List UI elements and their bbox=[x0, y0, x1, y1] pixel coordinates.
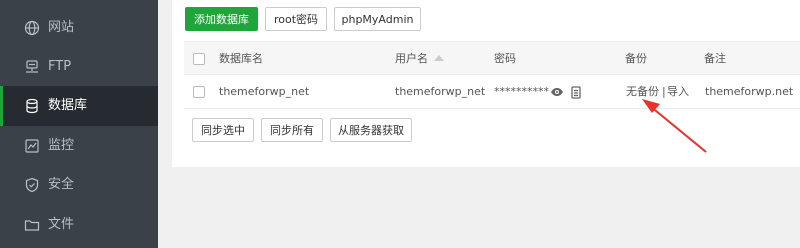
sort-asc-icon bbox=[434, 55, 444, 61]
sync-selected-button[interactable]: 同步选中 bbox=[192, 118, 254, 142]
sidebar-item-website[interactable]: 网站 bbox=[0, 8, 158, 48]
header-backup: 备份 bbox=[625, 52, 647, 65]
sidebar-item-database[interactable]: 数据库 bbox=[0, 86, 158, 126]
folder-icon bbox=[24, 217, 40, 233]
sidebar-item-files[interactable]: 文件 bbox=[0, 205, 158, 245]
sidebar-item-monitor[interactable]: 监控 bbox=[0, 126, 158, 166]
phpmyadmin-button[interactable]: phpMyAdmin bbox=[334, 7, 421, 31]
ftp-server-icon bbox=[24, 59, 40, 75]
header-password: 密码 bbox=[494, 52, 516, 65]
action-separator: | bbox=[662, 85, 666, 98]
select-all-checkbox[interactable] bbox=[193, 53, 205, 65]
no-backup-link[interactable]: 无备份 bbox=[626, 84, 659, 100]
sidebar-item-label: FTP bbox=[48, 59, 72, 74]
sidebar-item-ftp[interactable]: FTP bbox=[0, 47, 158, 87]
add-database-button[interactable]: 添加数据库 bbox=[185, 7, 258, 31]
table-header: 数据库名 用户名 密码 备份 备注 bbox=[184, 41, 800, 75]
row-checkbox[interactable] bbox=[193, 86, 205, 98]
eye-icon[interactable] bbox=[550, 85, 564, 99]
shield-icon bbox=[24, 177, 40, 193]
sidebar-item-label: 监控 bbox=[48, 138, 75, 153]
globe-icon bbox=[24, 20, 40, 36]
row-username: themeforwp_net bbox=[395, 85, 486, 98]
sidebar: 网站 FTP 数据库 监控 安全 文件 bbox=[0, 0, 158, 248]
root-password-button[interactable]: root密码 bbox=[265, 7, 327, 31]
fetch-from-server-button[interactable]: 从服务器获取 bbox=[330, 118, 412, 142]
copy-icon[interactable] bbox=[569, 85, 583, 99]
header-username-label: 用户名 bbox=[395, 52, 428, 65]
header-memo: 备注 bbox=[704, 52, 726, 65]
header-db-name: 数据库名 bbox=[219, 52, 263, 65]
sidebar-item-label: 数据库 bbox=[48, 98, 88, 113]
import-link[interactable]: 导入 bbox=[667, 84, 689, 100]
sidebar-item-label: 网站 bbox=[48, 20, 75, 35]
database-icon bbox=[24, 98, 40, 114]
sidebar-item-label: 安全 bbox=[48, 177, 75, 192]
sidebar-item-label: 文件 bbox=[48, 217, 75, 232]
table-row: themeforwp_net themeforwp_net **********… bbox=[184, 75, 800, 109]
row-password: ********** bbox=[494, 85, 549, 98]
row-db-name: themeforwp_net bbox=[219, 85, 310, 98]
row-memo[interactable]: themeforwp.net bbox=[705, 84, 793, 100]
sync-all-button[interactable]: 同步所有 bbox=[261, 118, 323, 142]
sidebar-item-security[interactable]: 安全 bbox=[0, 165, 158, 205]
monitor-chart-icon bbox=[24, 138, 40, 154]
header-username[interactable]: 用户名 bbox=[395, 51, 444, 67]
